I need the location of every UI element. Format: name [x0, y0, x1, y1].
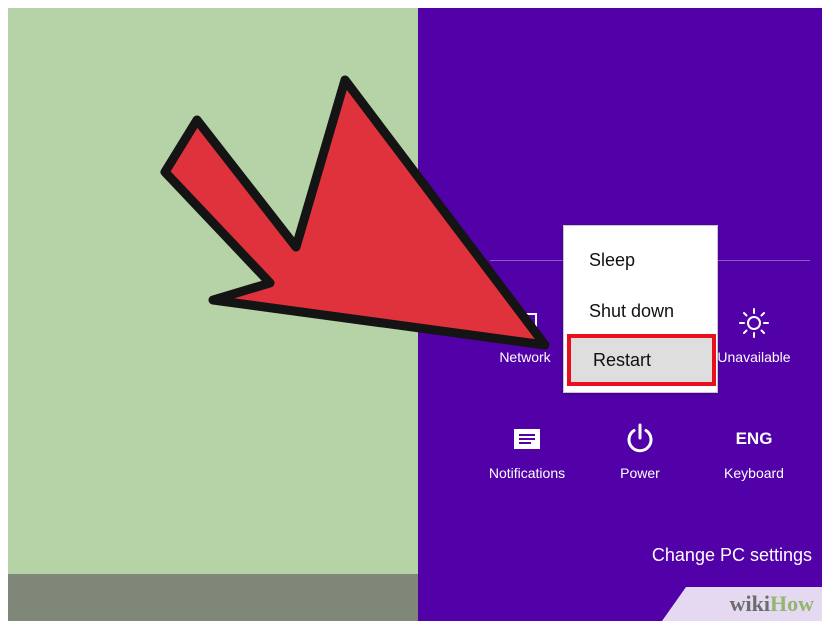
pointer-arrow-annotation — [160, 75, 550, 350]
